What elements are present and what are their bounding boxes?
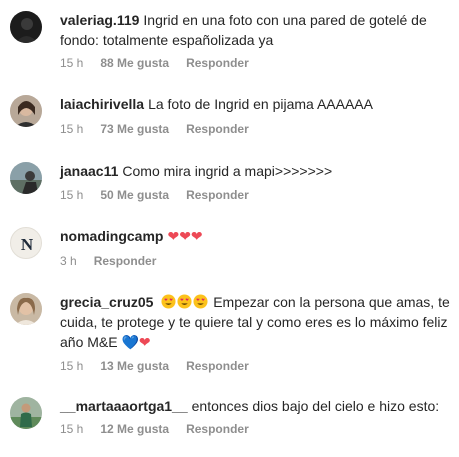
comment-username[interactable]: grecia_cruz05 — [60, 294, 153, 310]
comment-time[interactable]: 15 h — [60, 55, 83, 71]
comment-likes[interactable]: 88 Me gusta — [100, 55, 169, 71]
comment-username[interactable]: laiachirivella — [60, 96, 144, 112]
comment-likes[interactable]: 13 Me gusta — [100, 358, 169, 374]
comment-time[interactable]: 15 h — [60, 358, 83, 374]
comment-likes[interactable]: 73 Me gusta — [100, 121, 169, 137]
red-heart-emoji: ❤ — [138, 335, 151, 351]
avatar-dark-profile-icon — [10, 11, 42, 43]
heart-eyes-emoji-icon — [177, 294, 192, 309]
comment-body: laiachirivella La foto de Ingrid en pijam… — [60, 94, 451, 114]
comment-body: janaac11 Como mira ingrid a mapi>>>>>>> — [60, 161, 451, 181]
avatar[interactable] — [10, 293, 42, 325]
comment-meta: 15 h 88 Me gusta Responder — [60, 55, 249, 71]
comment-time[interactable]: 15 h — [60, 187, 83, 203]
comment-body: grecia_cruz05 Empezar con la persona que… — [60, 292, 451, 353]
avatar-soccer-player-icon — [10, 397, 42, 429]
comment-username[interactable]: janaac11 — [60, 163, 118, 179]
comment-meta: 15 h 13 Me gusta Responder — [60, 358, 249, 374]
comment-meta: 3 h Responder — [60, 253, 156, 269]
avatar[interactable] — [10, 11, 42, 43]
reply-button[interactable]: Responder — [186, 121, 249, 137]
avatar-woman-portrait-icon — [10, 95, 42, 127]
avatar[interactable] — [10, 397, 42, 429]
reply-button[interactable]: Responder — [186, 421, 249, 437]
svg-text:N: N — [21, 235, 34, 254]
avatar[interactable]: N — [10, 227, 42, 259]
comment-time[interactable]: 3 h — [60, 253, 77, 269]
comment-meta: 15 h 50 Me gusta Responder — [60, 187, 249, 203]
comment-likes[interactable]: 50 Me gusta — [100, 187, 169, 203]
comment-username[interactable]: nomadingcamp — [60, 228, 163, 244]
blue-heart-emoji: 💙 — [121, 335, 139, 351]
avatar-landscape-icon — [10, 162, 42, 194]
comment-time[interactable]: 15 h — [60, 121, 83, 137]
comment-meta: 15 h 73 Me gusta Responder — [60, 121, 249, 137]
red-hearts-emoji: ❤❤❤ — [167, 229, 203, 245]
comment-likes[interactable]: 12 Me gusta — [100, 421, 169, 437]
heart-eyes-emoji-icon — [161, 294, 176, 309]
comment-text: Como mira ingrid a mapi>>>>>>> — [122, 163, 333, 179]
comment-text: entonces dios bajo del cielo e hizo esto… — [191, 398, 440, 414]
comment-text: La foto de Ingrid en pijama AAAAAA — [148, 96, 373, 112]
comment-username[interactable]: __martaaaortga1__ — [60, 398, 188, 414]
reply-button[interactable]: Responder — [186, 187, 249, 203]
avatar-woman-smiling-icon — [10, 293, 42, 325]
comment-meta: 15 h 12 Me gusta Responder — [60, 421, 249, 437]
comment-body: __martaaaortga1__ entonces dios bajo del … — [60, 396, 451, 416]
heart-eyes-emoji-icon — [193, 294, 208, 309]
avatar[interactable] — [10, 162, 42, 194]
comment-username[interactable]: valeriag.119 — [60, 12, 139, 28]
reply-button[interactable]: Responder — [94, 253, 157, 269]
comment-time[interactable]: 15 h — [60, 421, 83, 437]
comment-body: nomadingcamp ❤❤❤ — [60, 226, 451, 247]
reply-button[interactable]: Responder — [186, 358, 249, 374]
reply-button[interactable]: Responder — [186, 55, 249, 71]
avatar-letter-n-logo-icon: N — [21, 235, 34, 254]
avatar[interactable] — [10, 95, 42, 127]
comment-body: valeriag.119 Ingrid en una foto con una p… — [60, 10, 451, 50]
